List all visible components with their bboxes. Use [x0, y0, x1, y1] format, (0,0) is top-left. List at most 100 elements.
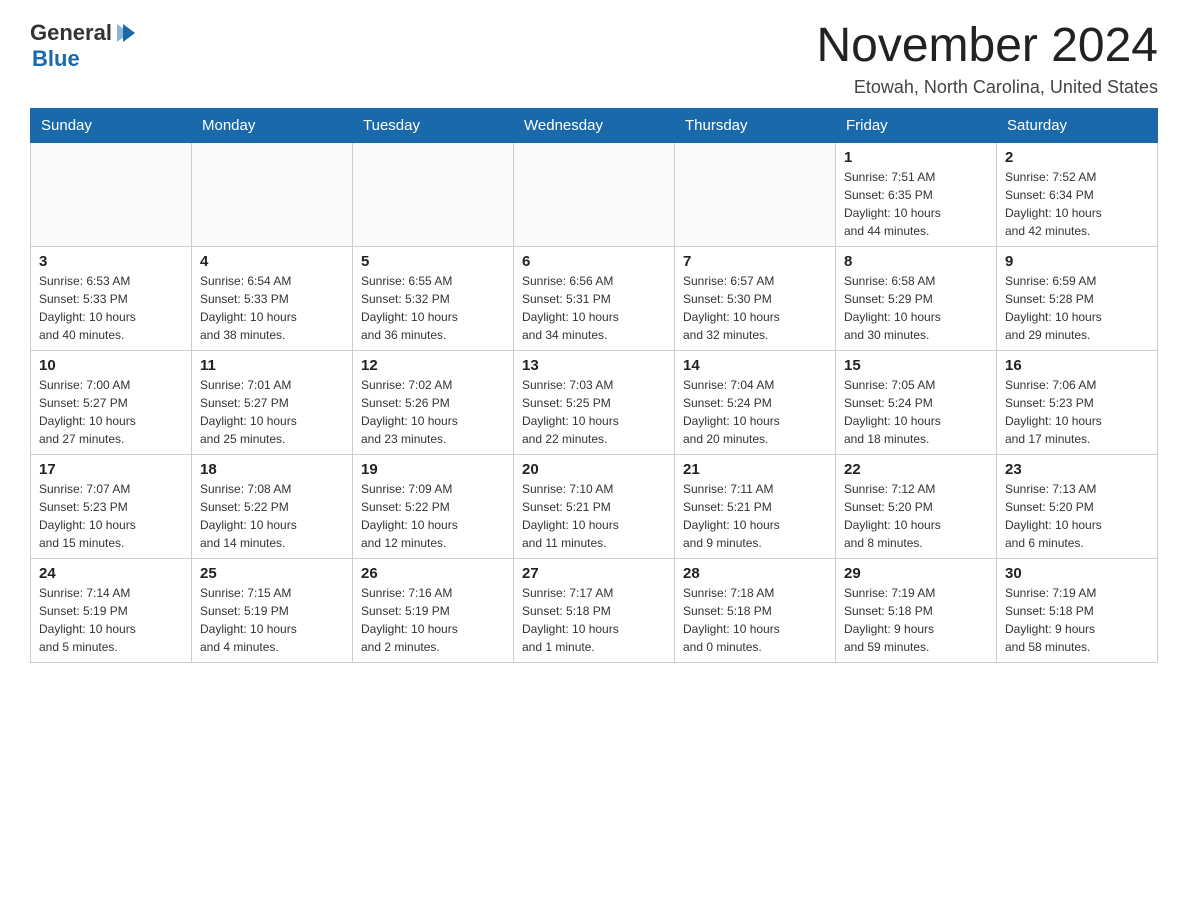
- day-number: 29: [844, 565, 988, 582]
- day-number: 4: [200, 253, 344, 270]
- day-info: Sunrise: 6:56 AM Sunset: 5:31 PM Dayligh…: [522, 272, 666, 344]
- header-monday: Monday: [192, 108, 353, 142]
- day-info: Sunrise: 6:57 AM Sunset: 5:30 PM Dayligh…: [683, 272, 827, 344]
- day-info: Sunrise: 7:04 AM Sunset: 5:24 PM Dayligh…: [683, 376, 827, 448]
- day-info: Sunrise: 7:08 AM Sunset: 5:22 PM Dayligh…: [200, 480, 344, 552]
- calendar-day-cell: 18 Sunrise: 7:08 AM Sunset: 5:22 PM Dayli…: [192, 454, 353, 558]
- day-info: Sunrise: 7:00 AM Sunset: 5:27 PM Dayligh…: [39, 376, 183, 448]
- logo-icon: [113, 20, 139, 46]
- day-info: Sunrise: 7:11 AM Sunset: 5:21 PM Dayligh…: [683, 480, 827, 552]
- header-sunday: Sunday: [31, 108, 192, 142]
- header-saturday: Saturday: [997, 108, 1158, 142]
- day-number: 9: [1005, 253, 1149, 270]
- calendar-day-cell: 22 Sunrise: 7:12 AM Sunset: 5:20 PM Dayli…: [836, 454, 997, 558]
- calendar-day-cell: 15Sunrise: 7:05 AM Sunset: 5:24 PM Dayli…: [836, 350, 997, 454]
- day-info: Sunrise: 7:06 AM Sunset: 5:23 PM Dayligh…: [1005, 376, 1149, 448]
- calendar-day-cell: 10 Sunrise: 7:00 AM Sunset: 5:27 PM Dayli…: [31, 350, 192, 454]
- day-info: Sunrise: 7:16 AM Sunset: 5:19 PM Dayligh…: [361, 584, 505, 656]
- day-info: Sunrise: 6:55 AM Sunset: 5:32 PM Dayligh…: [361, 272, 505, 344]
- calendar-day-cell: 7 Sunrise: 6:57 AM Sunset: 5:30 PM Daylig…: [675, 246, 836, 350]
- day-number: 17: [39, 461, 183, 478]
- day-info: Sunrise: 7:14 AM Sunset: 5:19 PM Dayligh…: [39, 584, 183, 656]
- calendar-day-cell: 17 Sunrise: 7:07 AM Sunset: 5:23 PM Dayli…: [31, 454, 192, 558]
- day-info: Sunrise: 6:54 AM Sunset: 5:33 PM Dayligh…: [200, 272, 344, 344]
- day-info: Sunrise: 7:05 AM Sunset: 5:24 PM Dayligh…: [844, 376, 988, 448]
- day-number: 5: [361, 253, 505, 270]
- calendar-body: 1Sunrise: 7:51 AM Sunset: 6:35 PM Daylig…: [31, 142, 1158, 662]
- day-number: 30: [1005, 565, 1149, 582]
- day-info: Sunrise: 7:18 AM Sunset: 5:18 PM Dayligh…: [683, 584, 827, 656]
- logo-general-text: General: [30, 20, 112, 46]
- day-info: Sunrise: 6:58 AM Sunset: 5:29 PM Dayligh…: [844, 272, 988, 344]
- calendar-day-cell: 12 Sunrise: 7:02 AM Sunset: 5:26 PM Dayli…: [353, 350, 514, 454]
- day-info: Sunrise: 7:17 AM Sunset: 5:18 PM Dayligh…: [522, 584, 666, 656]
- day-info: Sunrise: 7:02 AM Sunset: 5:26 PM Dayligh…: [361, 376, 505, 448]
- calendar-day-cell: [192, 142, 353, 246]
- calendar-day-cell: 27Sunrise: 7:17 AM Sunset: 5:18 PM Dayli…: [514, 558, 675, 662]
- calendar-header-row: Sunday Monday Tuesday Wednesday Thursday…: [31, 108, 1158, 142]
- calendar-header: Sunday Monday Tuesday Wednesday Thursday…: [31, 108, 1158, 142]
- day-info: Sunrise: 7:15 AM Sunset: 5:19 PM Dayligh…: [200, 584, 344, 656]
- calendar-day-cell: 21Sunrise: 7:11 AM Sunset: 5:21 PM Dayli…: [675, 454, 836, 558]
- calendar-day-cell: 9 Sunrise: 6:59 AM Sunset: 5:28 PM Daylig…: [997, 246, 1158, 350]
- calendar-day-cell: 6 Sunrise: 6:56 AM Sunset: 5:31 PM Daylig…: [514, 246, 675, 350]
- calendar-day-cell: 30 Sunrise: 7:19 AM Sunset: 5:18 PM Dayli…: [997, 558, 1158, 662]
- month-title: November 2024: [816, 20, 1158, 73]
- day-info: Sunrise: 7:10 AM Sunset: 5:21 PM Dayligh…: [522, 480, 666, 552]
- logo-blue-text: Blue: [32, 46, 80, 72]
- day-info: Sunrise: 7:19 AM Sunset: 5:18 PM Dayligh…: [1005, 584, 1149, 656]
- calendar-day-cell: 2Sunrise: 7:52 AM Sunset: 6:34 PM Daylig…: [997, 142, 1158, 246]
- calendar-week-row: 10 Sunrise: 7:00 AM Sunset: 5:27 PM Dayli…: [31, 350, 1158, 454]
- day-number: 23: [1005, 461, 1149, 478]
- day-number: 12: [361, 357, 505, 374]
- calendar-week-row: 24Sunrise: 7:14 AM Sunset: 5:19 PM Dayli…: [31, 558, 1158, 662]
- calendar-week-row: 1Sunrise: 7:51 AM Sunset: 6:35 PM Daylig…: [31, 142, 1158, 246]
- day-info: Sunrise: 7:51 AM Sunset: 6:35 PM Dayligh…: [844, 168, 988, 240]
- day-number: 16: [1005, 357, 1149, 374]
- calendar-day-cell: 11Sunrise: 7:01 AM Sunset: 5:27 PM Dayli…: [192, 350, 353, 454]
- day-number: 28: [683, 565, 827, 582]
- day-number: 6: [522, 253, 666, 270]
- calendar-week-row: 3Sunrise: 6:53 AM Sunset: 5:33 PM Daylig…: [31, 246, 1158, 350]
- calendar-day-cell: 20Sunrise: 7:10 AM Sunset: 5:21 PM Dayli…: [514, 454, 675, 558]
- calendar-day-cell: 26 Sunrise: 7:16 AM Sunset: 5:19 PM Dayli…: [353, 558, 514, 662]
- day-info: Sunrise: 7:12 AM Sunset: 5:20 PM Dayligh…: [844, 480, 988, 552]
- calendar-day-cell: 3Sunrise: 6:53 AM Sunset: 5:33 PM Daylig…: [31, 246, 192, 350]
- calendar-day-cell: 28 Sunrise: 7:18 AM Sunset: 5:18 PM Dayli…: [675, 558, 836, 662]
- calendar-day-cell: [514, 142, 675, 246]
- day-number: 14: [683, 357, 827, 374]
- day-info: Sunrise: 7:09 AM Sunset: 5:22 PM Dayligh…: [361, 480, 505, 552]
- calendar-day-cell: 23Sunrise: 7:13 AM Sunset: 5:20 PM Dayli…: [997, 454, 1158, 558]
- day-info: Sunrise: 7:03 AM Sunset: 5:25 PM Dayligh…: [522, 376, 666, 448]
- calendar-day-cell: [31, 142, 192, 246]
- location-subtitle: Etowah, North Carolina, United States: [816, 77, 1158, 98]
- calendar-day-cell: 8 Sunrise: 6:58 AM Sunset: 5:29 PM Daylig…: [836, 246, 997, 350]
- calendar-week-row: 17 Sunrise: 7:07 AM Sunset: 5:23 PM Dayli…: [31, 454, 1158, 558]
- calendar-day-cell: 14 Sunrise: 7:04 AM Sunset: 5:24 PM Dayli…: [675, 350, 836, 454]
- calendar-day-cell: 13Sunrise: 7:03 AM Sunset: 5:25 PM Dayli…: [514, 350, 675, 454]
- header-wednesday: Wednesday: [514, 108, 675, 142]
- day-number: 11: [200, 357, 344, 374]
- day-number: 8: [844, 253, 988, 270]
- day-number: 25: [200, 565, 344, 582]
- calendar-day-cell: [675, 142, 836, 246]
- day-number: 3: [39, 253, 183, 270]
- day-number: 10: [39, 357, 183, 374]
- page-header: General Blue November 2024 Etowah, North…: [30, 20, 1158, 98]
- calendar-day-cell: 5 Sunrise: 6:55 AM Sunset: 5:32 PM Daylig…: [353, 246, 514, 350]
- header-thursday: Thursday: [675, 108, 836, 142]
- day-number: 26: [361, 565, 505, 582]
- calendar-day-cell: 29Sunrise: 7:19 AM Sunset: 5:18 PM Dayli…: [836, 558, 997, 662]
- calendar-day-cell: 4 Sunrise: 6:54 AM Sunset: 5:33 PM Daylig…: [192, 246, 353, 350]
- day-number: 2: [1005, 149, 1149, 166]
- calendar-day-cell: [353, 142, 514, 246]
- calendar-day-cell: 24Sunrise: 7:14 AM Sunset: 5:19 PM Dayli…: [31, 558, 192, 662]
- day-info: Sunrise: 7:07 AM Sunset: 5:23 PM Dayligh…: [39, 480, 183, 552]
- title-block: November 2024 Etowah, North Carolina, Un…: [816, 20, 1158, 98]
- day-number: 18: [200, 461, 344, 478]
- header-friday: Friday: [836, 108, 997, 142]
- day-number: 7: [683, 253, 827, 270]
- header-tuesday: Tuesday: [353, 108, 514, 142]
- day-info: Sunrise: 6:59 AM Sunset: 5:28 PM Dayligh…: [1005, 272, 1149, 344]
- day-number: 22: [844, 461, 988, 478]
